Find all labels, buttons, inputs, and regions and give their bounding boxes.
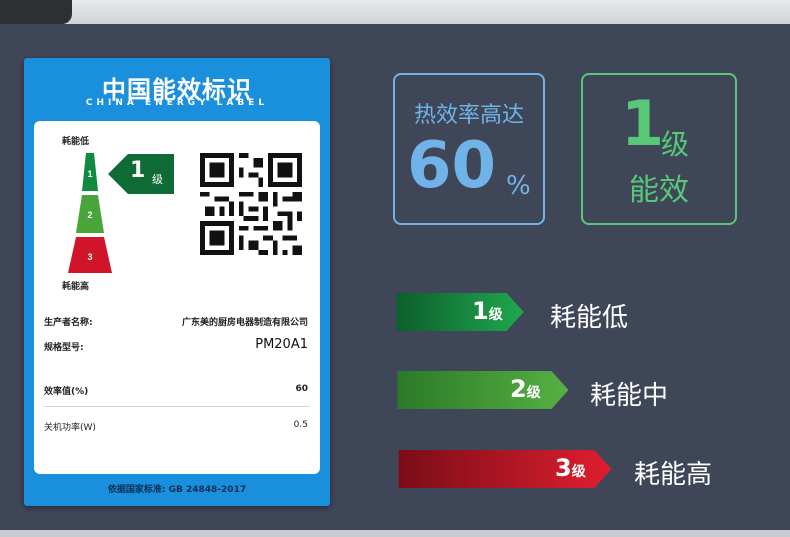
top-strip xyxy=(0,0,790,24)
spec-divider xyxy=(44,406,310,407)
grade-2-label: 2级 xyxy=(510,375,541,403)
energy-level-box: 1 级 能效 xyxy=(581,73,737,225)
grade-bar-label-2: 2 xyxy=(87,210,92,220)
top-strip-dark xyxy=(0,0,72,24)
standby-value: 0.5 xyxy=(293,420,308,430)
low-consumption-text: 耗能低 xyxy=(62,137,90,147)
label-subtitle: CHINA ENERGY LABEL xyxy=(85,98,269,108)
grade-arrow-unit: 级 xyxy=(152,173,163,186)
efficiency-value: 60 xyxy=(295,384,308,394)
bottom-strip xyxy=(0,530,790,537)
efficiency-label: 效率值(%) xyxy=(44,387,89,397)
grade-arrow-number: 1 xyxy=(130,158,146,183)
grade-bar-label-3: 3 xyxy=(87,252,92,262)
model-label: 规格型号: xyxy=(44,343,84,353)
thermal-efficiency-value: 60 xyxy=(407,129,497,203)
grade-3-text: 耗能高 xyxy=(634,460,713,490)
grade-1-text: 耗能低 xyxy=(550,303,629,333)
high-consumption-text: 耗能高 xyxy=(62,282,90,292)
energy-level-number: 1 xyxy=(621,87,665,160)
energy-level-text: 能效 xyxy=(629,173,689,208)
grade-bar-1-shape xyxy=(396,293,524,331)
grade-bar-2-shape xyxy=(397,371,569,409)
thermal-efficiency-box: 热效率高达 60 % xyxy=(393,73,545,225)
grade-1-label: 1级 xyxy=(472,297,503,325)
grade-2-text: 耗能中 xyxy=(590,381,669,411)
producer-value: 广东美的厨房电器制造有限公司 xyxy=(181,318,308,328)
grade-bar-label-1: 1 xyxy=(87,169,92,179)
standby-label: 关机功率(W) xyxy=(44,423,96,433)
thermal-efficiency-unit: % xyxy=(506,171,531,201)
thermal-efficiency-title: 热效率高达 xyxy=(413,103,524,128)
energy-level-unit: 级 xyxy=(661,128,690,161)
grade-3-label: 3级 xyxy=(555,454,586,482)
producer-label: 生产者名称: xyxy=(44,318,93,328)
model-value: PM20A1 xyxy=(255,337,308,352)
label-spec-panel: 效率值(%) 60 关机功率(W) 0.5 xyxy=(34,372,320,474)
energy-label: 中国能效标识 CHINA ENERGY LABEL 耗能低 1 2 3 耗能高 … xyxy=(24,58,330,506)
qr-code xyxy=(200,153,302,255)
standard-text: 依据国家标准: GB 24848-2017 xyxy=(107,485,247,495)
